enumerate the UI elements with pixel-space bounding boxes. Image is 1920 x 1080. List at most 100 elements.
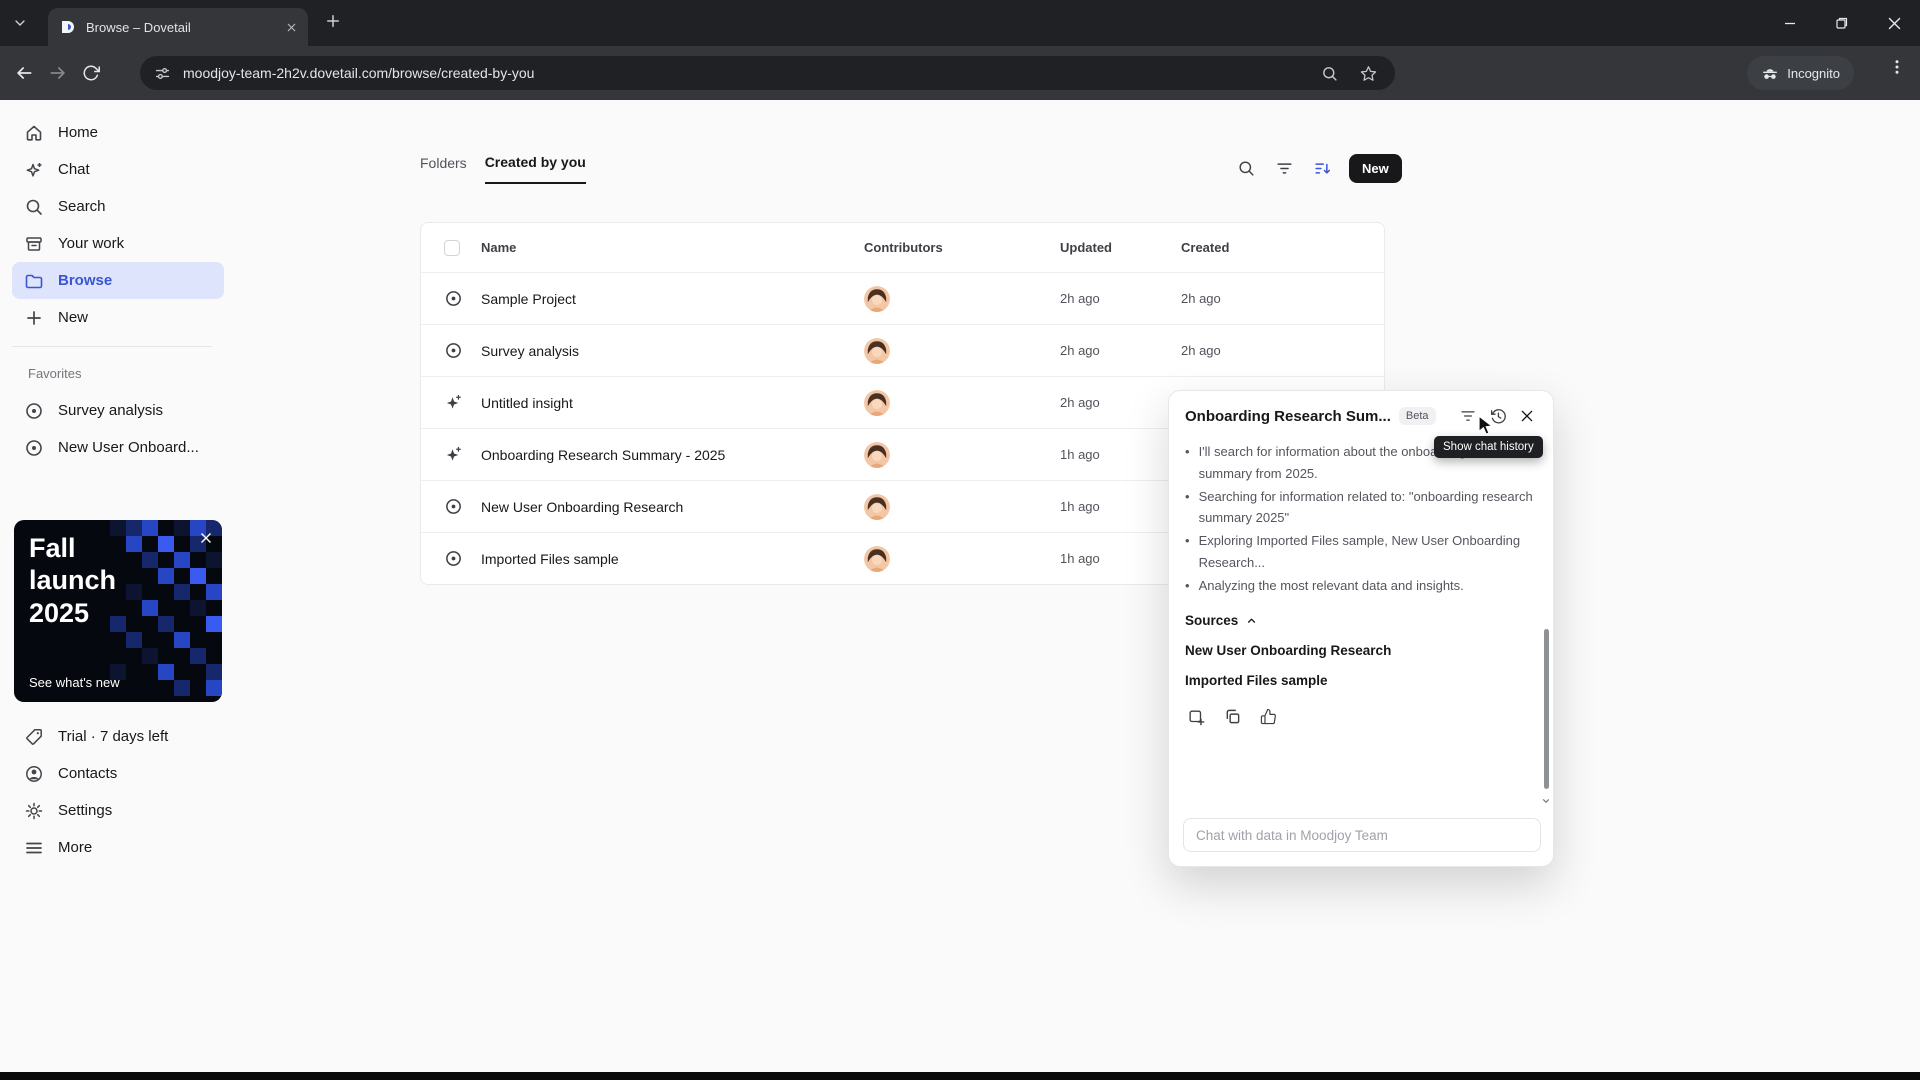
folder-icon bbox=[25, 274, 43, 288]
tab-strip: Browse – Dovetail bbox=[0, 0, 1920, 46]
sidebar-item-browse[interactable]: Browse bbox=[12, 262, 224, 299]
promo-link[interactable]: See what's new bbox=[29, 675, 120, 690]
incognito-badge: Incognito bbox=[1747, 56, 1854, 90]
search-icon bbox=[26, 199, 42, 215]
tab-created-by-you[interactable]: Created by you bbox=[484, 154, 586, 184]
sidebar-divider bbox=[12, 346, 212, 347]
sidebar-item-search[interactable]: Search bbox=[12, 188, 224, 225]
filter-button[interactable] bbox=[1269, 153, 1299, 183]
sidebar-footer: Trial · 7 days left Contacts Settings Mo… bbox=[12, 718, 224, 866]
column-header-created[interactable]: Created bbox=[1181, 240, 1384, 255]
search-button[interactable] bbox=[1231, 153, 1261, 183]
close-icon bbox=[1888, 17, 1900, 29]
sidebar-item-your-work[interactable]: Your work bbox=[12, 225, 224, 262]
document-plus-icon bbox=[1189, 710, 1205, 726]
sidebar-item-trial[interactable]: Trial · 7 days left bbox=[12, 718, 224, 755]
window-minimize-button[interactable] bbox=[1764, 0, 1816, 46]
select-all-checkbox[interactable] bbox=[444, 239, 460, 256]
chat-filter-button[interactable] bbox=[1457, 405, 1479, 427]
forward-button[interactable] bbox=[48, 63, 68, 83]
bookmark-star-icon[interactable] bbox=[1360, 65, 1377, 82]
column-header-contributors[interactable]: Contributors bbox=[864, 240, 1060, 255]
sources-toggle[interactable]: Sources bbox=[1185, 613, 1535, 628]
sidebar-item-settings[interactable]: Settings bbox=[12, 792, 224, 829]
project-icon bbox=[446, 499, 461, 514]
tab-title: Browse – Dovetail bbox=[86, 19, 191, 35]
column-header-updated[interactable]: Updated bbox=[1060, 240, 1181, 255]
add-to-insight-button[interactable] bbox=[1185, 706, 1207, 728]
incognito-label: Incognito bbox=[1787, 65, 1840, 81]
browser-menu-button[interactable] bbox=[1888, 58, 1906, 79]
table-row[interactable]: Survey analysis 2h ago 2h ago bbox=[421, 324, 1384, 376]
new-button[interactable]: New bbox=[1349, 153, 1402, 183]
fall-launch-promo-card[interactable]: Fall launch 2025 See what's new bbox=[14, 520, 222, 702]
avatar bbox=[864, 337, 890, 364]
reload-icon bbox=[83, 65, 100, 81]
row-updated: 1h ago bbox=[1060, 447, 1100, 462]
chevron-up-icon bbox=[1248, 618, 1256, 623]
restore-icon bbox=[1836, 17, 1848, 29]
insight-icon bbox=[446, 394, 461, 409]
chat-step: • Analyzing the most relevant data and in… bbox=[1185, 577, 1464, 593]
window-close-button[interactable] bbox=[1868, 0, 1920, 46]
row-updated: 1h ago bbox=[1060, 499, 1100, 514]
sidebar-item-more[interactable]: More bbox=[12, 829, 224, 866]
table-row[interactable]: Sample Project 2h ago 2h ago bbox=[421, 272, 1384, 324]
tab-close-icon[interactable] bbox=[285, 21, 298, 34]
sidebar-item-contacts[interactable]: Contacts bbox=[12, 755, 224, 792]
chat-input[interactable] bbox=[1183, 818, 1541, 852]
contact-icon bbox=[26, 765, 42, 782]
address-bar[interactable]: moodjoy-team-2h2v.dovetail.com/browse/cr… bbox=[140, 56, 1395, 90]
site-info-icon[interactable] bbox=[154, 65, 171, 82]
row-updated: 2h ago bbox=[1060, 395, 1100, 410]
tab-folders[interactable]: Folders bbox=[420, 155, 467, 183]
sidebar-item-label: Browse bbox=[58, 272, 113, 289]
show-chat-history-tooltip: Show chat history bbox=[1434, 436, 1543, 458]
reload-button[interactable] bbox=[82, 64, 100, 82]
browser-tab[interactable]: Browse – Dovetail bbox=[48, 8, 308, 46]
tag-icon bbox=[26, 728, 42, 745]
close-icon bbox=[201, 533, 211, 543]
scroll-down-icon[interactable] bbox=[1541, 793, 1551, 811]
promo-close-button[interactable] bbox=[200, 532, 212, 547]
sidebar-item-home[interactable]: Home bbox=[12, 114, 224, 151]
row-name: Sample Project bbox=[481, 290, 576, 307]
window-restore-button[interactable] bbox=[1816, 0, 1868, 46]
sidebar-item-label: Your work bbox=[58, 235, 125, 252]
new-tab-button[interactable] bbox=[324, 12, 342, 30]
plus-icon bbox=[27, 310, 41, 325]
chat-step: • Exploring Imported Files sample, New Us… bbox=[1185, 533, 1521, 571]
browser-toolbar: moodjoy-team-2h2v.dovetail.com/browse/cr… bbox=[0, 46, 1920, 100]
chat-panel: Onboarding Research Sum... Beta • I'll se… bbox=[1168, 390, 1554, 867]
panel-scrollbar[interactable] bbox=[1544, 629, 1549, 789]
project-icon bbox=[26, 439, 42, 456]
tab-search-button[interactable] bbox=[12, 15, 28, 31]
dovetail-favicon bbox=[62, 21, 74, 33]
sidebar-item-new[interactable]: New bbox=[12, 299, 224, 336]
avatar bbox=[864, 441, 890, 468]
row-name: Survey analysis bbox=[481, 342, 580, 359]
gear-icon bbox=[25, 802, 43, 819]
sidebar-item-chat[interactable]: Chat bbox=[12, 151, 224, 188]
copy-button[interactable] bbox=[1222, 706, 1243, 727]
column-header-name[interactable]: Name bbox=[481, 240, 864, 255]
thumbs-up-button[interactable] bbox=[1258, 706, 1279, 727]
avatar bbox=[864, 285, 890, 312]
source-link[interactable]: New User Onboarding Research bbox=[1185, 643, 1535, 658]
favorite-item-new-user-onboarding[interactable]: New User Onboard... bbox=[12, 429, 224, 466]
filter-icon bbox=[1461, 411, 1475, 421]
back-button[interactable] bbox=[14, 63, 34, 83]
row-name: Onboarding Research Summary - 2025 bbox=[481, 446, 726, 463]
row-updated: 2h ago bbox=[1060, 343, 1100, 358]
sort-button[interactable] bbox=[1307, 153, 1337, 183]
chat-close-button[interactable] bbox=[1517, 406, 1537, 426]
project-icon bbox=[446, 343, 461, 358]
search-tabs-icon[interactable] bbox=[1321, 65, 1338, 82]
sidebar-item-label: New bbox=[58, 309, 89, 326]
sort-icon bbox=[1314, 162, 1330, 174]
source-link[interactable]: Imported Files sample bbox=[1185, 673, 1535, 688]
url-text[interactable]: moodjoy-team-2h2v.dovetail.com/browse/cr… bbox=[183, 65, 1321, 81]
row-name: Untitled insight bbox=[481, 394, 573, 411]
home-icon bbox=[26, 125, 42, 141]
favorite-item-survey-analysis[interactable]: Survey analysis bbox=[12, 392, 224, 429]
